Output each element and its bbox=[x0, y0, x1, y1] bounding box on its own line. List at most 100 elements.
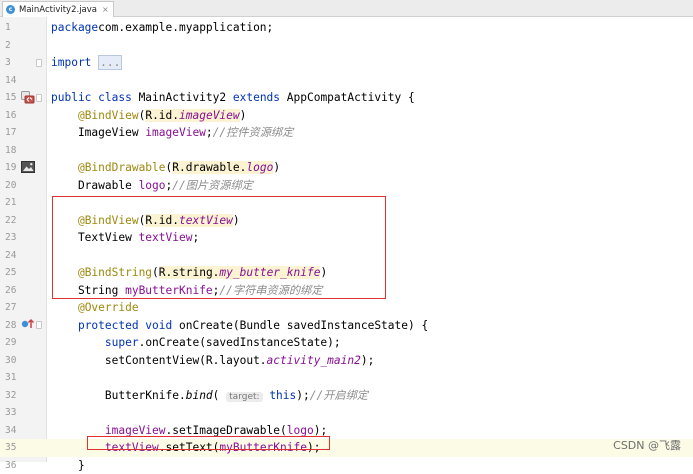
code-token: imageView bbox=[179, 109, 240, 122]
line-number: 35 bbox=[5, 439, 17, 457]
code-line[interactable]: 32 ButterKnife.bind( target: this);//开启绑… bbox=[0, 387, 693, 405]
code-line[interactable]: 14 bbox=[0, 72, 693, 90]
line-number: 16 bbox=[5, 107, 17, 125]
code-token bbox=[51, 319, 78, 332]
code-line[interactable]: 20 Drawable logo;//图片资源绑定 bbox=[0, 177, 693, 195]
image-preview-icon[interactable] bbox=[21, 161, 35, 173]
code-token: onCreate(Bundle savedInstanceState) { bbox=[172, 319, 428, 332]
code-line[interactable]: 30 setContentView(R.layout.activity_main… bbox=[0, 352, 693, 370]
code-text[interactable]: public class MainActivity2 extends AppCo… bbox=[51, 89, 415, 107]
code-token: activity_main2 bbox=[267, 354, 361, 367]
code-token: imageView bbox=[105, 424, 166, 437]
line-number: 2 bbox=[5, 37, 17, 55]
code-line[interactable]: 36 } bbox=[0, 457, 693, 474]
code-line[interactable]: 31 bbox=[0, 369, 693, 387]
line-number: 33 bbox=[5, 404, 17, 422]
code-line[interactable]: 18 bbox=[0, 142, 693, 160]
code-token: } bbox=[51, 459, 85, 472]
code-comment: //图片资源绑定 bbox=[172, 179, 253, 192]
line-number: 24 bbox=[5, 247, 17, 265]
code-token: ImageView bbox=[51, 126, 145, 139]
code-line[interactable]: 16 @BindView(R.id.imageView) bbox=[0, 107, 693, 125]
line-number: 29 bbox=[5, 334, 17, 352]
code-text[interactable]: ButterKnife.bind( target: this);//开启绑定 bbox=[51, 387, 368, 405]
line-number: 1 bbox=[5, 19, 17, 37]
code-token: package bbox=[51, 21, 98, 34]
android-class-icon[interactable] bbox=[21, 91, 35, 104]
code-text[interactable]: Drawable logo;//图片资源绑定 bbox=[51, 177, 253, 195]
code-token: AppCompatActivity { bbox=[280, 91, 415, 104]
highlight-box-settext bbox=[87, 436, 330, 450]
line-number: 28 bbox=[5, 317, 17, 335]
line-number: 19 bbox=[5, 159, 17, 177]
code-line[interactable]: 15 public class MainActivity2 extends App… bbox=[0, 89, 693, 107]
code-token: this bbox=[269, 389, 296, 402]
code-line[interactable]: 28 protected void onCreate(Bundle savedI… bbox=[0, 317, 693, 335]
fold-marker[interactable] bbox=[36, 321, 42, 329]
code-token: ... bbox=[98, 55, 122, 70]
code-token bbox=[51, 336, 105, 349]
code-token bbox=[51, 424, 105, 437]
code-token: ); bbox=[361, 354, 374, 367]
code-token bbox=[51, 301, 78, 314]
code-text[interactable]: ImageView imageView;//控件资源绑定 bbox=[51, 124, 293, 142]
code-token: R.id. bbox=[145, 109, 179, 122]
override-method-icon[interactable] bbox=[21, 318, 35, 330]
code-text[interactable]: super.onCreate(savedInstanceState); bbox=[51, 334, 341, 352]
line-number: 36 bbox=[5, 457, 17, 474]
line-number: 14 bbox=[5, 72, 17, 90]
code-text[interactable]: packagecom.example.myapplication; bbox=[51, 19, 273, 37]
code-line[interactable]: 17 ImageView imageView;//控件资源绑定 bbox=[0, 124, 693, 142]
code-token: R.drawable. bbox=[172, 161, 246, 174]
code-line[interactable]: 1 packagecom.example.myapplication; bbox=[0, 19, 693, 37]
code-text[interactable]: @Override bbox=[51, 299, 139, 317]
code-token: ButterKnife. bbox=[51, 389, 186, 402]
code-text[interactable]: } bbox=[51, 457, 85, 474]
close-icon[interactable]: × bbox=[102, 5, 109, 14]
code-token: bind bbox=[186, 389, 213, 402]
code-token bbox=[51, 161, 78, 174]
code-line[interactable]: 2 bbox=[0, 37, 693, 55]
code-token: super bbox=[105, 336, 139, 349]
fold-marker[interactable] bbox=[36, 94, 42, 102]
code-text[interactable]: setContentView(R.layout.activity_main2); bbox=[51, 352, 374, 370]
code-token: protected void bbox=[78, 319, 172, 332]
line-number: 18 bbox=[5, 142, 17, 160]
tab-label: MainActivity2.java bbox=[19, 5, 97, 15]
code-token: target: bbox=[226, 392, 262, 402]
code-token: .onCreate(savedInstanceState); bbox=[139, 336, 341, 349]
line-number: 15 bbox=[5, 89, 17, 107]
line-number: 17 bbox=[5, 124, 17, 142]
code-token: extends bbox=[233, 91, 280, 104]
code-text[interactable]: @BindView(R.id.imageView) bbox=[51, 107, 246, 125]
code-token: setContentView(R.layout. bbox=[51, 354, 267, 367]
line-number: 32 bbox=[5, 387, 17, 405]
line-number: 21 bbox=[5, 194, 17, 212]
code-token: @Override bbox=[78, 301, 139, 314]
code-token: logo bbox=[287, 424, 314, 437]
line-number: 31 bbox=[5, 369, 17, 387]
code-line[interactable]: 33 bbox=[0, 404, 693, 422]
code-line[interactable]: 3 import ... bbox=[0, 54, 693, 72]
line-number: 26 bbox=[5, 282, 17, 300]
code-token: Drawable bbox=[51, 179, 139, 192]
code-text[interactable]: import ... bbox=[51, 54, 122, 72]
highlight-box-fields bbox=[52, 196, 386, 299]
line-number: 22 bbox=[5, 212, 17, 230]
code-token: com.example.myapplication; bbox=[98, 21, 273, 34]
line-number: 34 bbox=[5, 422, 17, 440]
line-number: 30 bbox=[5, 352, 17, 370]
code-line[interactable]: 19 @BindDrawable(R.drawable.logo) bbox=[0, 159, 693, 177]
code-text[interactable]: protected void onCreate(Bundle savedInst… bbox=[51, 317, 428, 335]
code-text[interactable]: @BindDrawable(R.drawable.logo) bbox=[51, 159, 280, 177]
tab-mainactivity2[interactable]: c MainActivity2.java × bbox=[2, 1, 114, 17]
code-comment: //开启绑定 bbox=[310, 389, 368, 402]
code-line[interactable]: 27 @Override bbox=[0, 299, 693, 317]
code-token: ) bbox=[240, 109, 247, 122]
code-token: ); bbox=[314, 424, 327, 437]
line-number: 25 bbox=[5, 264, 17, 282]
line-number: 3 bbox=[5, 54, 17, 72]
fold-marker[interactable] bbox=[36, 59, 42, 67]
code-line[interactable]: 29 super.onCreate(savedInstanceState); bbox=[0, 334, 693, 352]
code-token: ; bbox=[206, 126, 213, 139]
